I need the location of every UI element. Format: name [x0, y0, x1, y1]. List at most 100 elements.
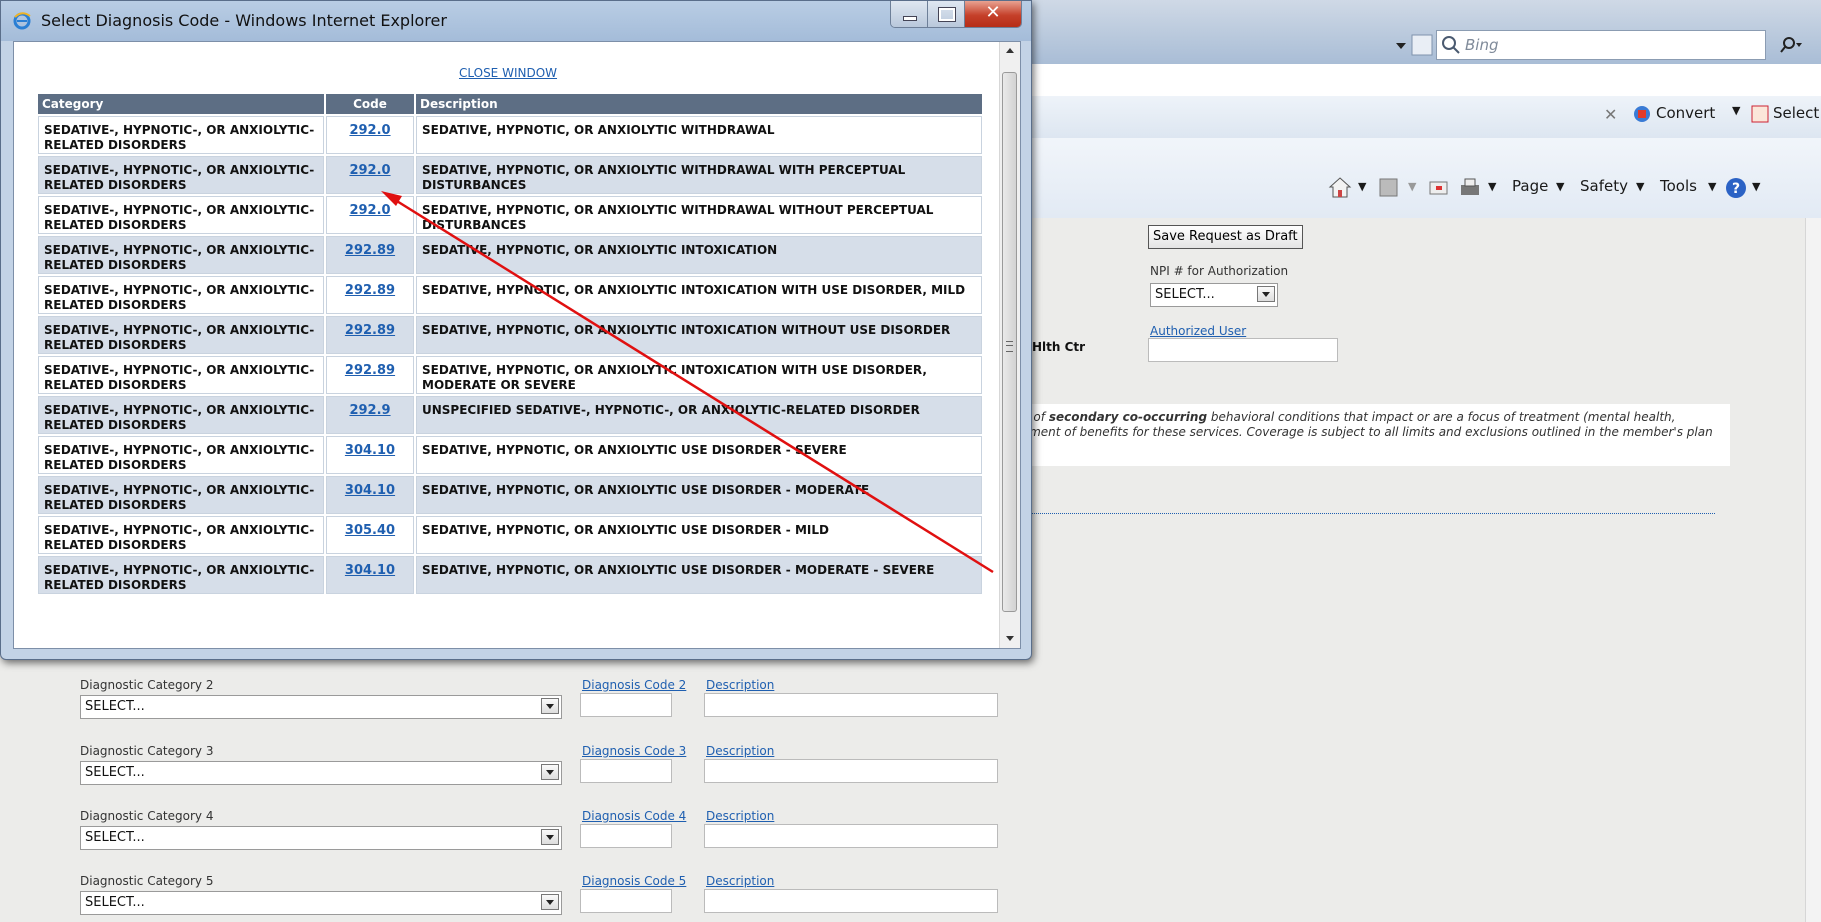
scroll-up-icon[interactable]: [1000, 42, 1020, 60]
diagnosis-code-link[interactable]: Diagnosis Code 4: [582, 809, 686, 823]
select-button[interactable]: Select: [1773, 104, 1819, 122]
code-cell: 292.89: [326, 316, 414, 354]
tools-menu[interactable]: Tools: [1660, 177, 1697, 195]
authorized-user-field[interactable]: [1148, 338, 1338, 362]
page-menu[interactable]: Page: [1512, 177, 1548, 195]
search-input[interactable]: Bing: [1436, 30, 1766, 60]
chevron-down-icon[interactable]: [541, 894, 559, 910]
category-cell: SEDATIVE-, HYPNOTIC-, OR ANXIOLYTIC-RELA…: [38, 156, 324, 194]
table-row: SEDATIVE-, HYPNOTIC-, OR ANXIOLYTIC-RELA…: [38, 196, 982, 234]
convert-dropdown-icon[interactable]: ▼: [1732, 104, 1740, 117]
npi-dropdown-icon[interactable]: [1257, 286, 1275, 302]
chevron-down-icon[interactable]: [541, 698, 559, 714]
diagnostic-category-select[interactable]: SELECT...: [80, 891, 562, 915]
maximize-button[interactable]: [928, 1, 965, 27]
home-dropdown-icon[interactable]: ▼: [1358, 180, 1366, 193]
scroll-down-icon[interactable]: [1000, 630, 1020, 648]
close-window-link[interactable]: CLOSE WINDOW: [14, 66, 1002, 80]
address-bar-controls: [1020, 30, 1480, 60]
code-link[interactable]: 305.40: [345, 523, 395, 538]
minimize-button[interactable]: [891, 1, 928, 27]
diagnosis-code-link[interactable]: Diagnosis Code 2: [582, 678, 686, 692]
help-icon[interactable]: ?: [1724, 176, 1748, 200]
description-field[interactable]: [704, 759, 998, 783]
tools-menu-dropdown-icon[interactable]: ▼: [1708, 180, 1716, 193]
description-cell: SEDATIVE, HYPNOTIC, OR ANXIOLYTIC WITHDR…: [416, 196, 982, 234]
authorized-user-link[interactable]: Authorized User: [1150, 324, 1246, 338]
npi-label: NPI # for Authorization: [1150, 264, 1289, 278]
code-link[interactable]: 304.10: [345, 483, 395, 498]
mail-icon[interactable]: [1428, 178, 1450, 198]
npi-select-value: SELECT...: [1155, 287, 1215, 302]
print-dropdown-icon[interactable]: ▼: [1488, 180, 1496, 193]
scroll-thumb[interactable]: [1002, 72, 1017, 612]
home-icon[interactable]: [1328, 176, 1352, 200]
select-value: SELECT...: [85, 895, 145, 910]
search-go-icon[interactable]: [1780, 34, 1804, 56]
code-link[interactable]: 304.10: [345, 563, 395, 578]
diagnosis-code-link[interactable]: Diagnosis Code 5: [582, 874, 686, 888]
popup-scrollbar[interactable]: [999, 42, 1020, 648]
save-draft-button[interactable]: Save Request as Draft: [1148, 225, 1303, 249]
table-row: SEDATIVE-, HYPNOTIC-, OR ANXIOLYTIC-RELA…: [38, 236, 982, 274]
code-link[interactable]: 292.89: [345, 243, 395, 258]
description-cell: SEDATIVE, HYPNOTIC, OR ANXIOLYTIC USE DI…: [416, 436, 982, 474]
category-cell: SEDATIVE-, HYPNOTIC-, OR ANXIOLYTIC-RELA…: [38, 436, 324, 474]
feeds-dropdown-icon[interactable]: ▼: [1408, 180, 1416, 193]
diagnosis-code-link[interactable]: Diagnosis Code 3: [582, 744, 686, 758]
code-link[interactable]: 292.0: [349, 163, 390, 178]
chevron-down-icon[interactable]: [541, 764, 559, 780]
ie-logo-icon: [13, 12, 31, 30]
close-tab-icon[interactable]: ✕: [1604, 105, 1617, 124]
feeds-icon[interactable]: [1378, 177, 1400, 199]
description-link[interactable]: Description: [706, 678, 774, 692]
code-link[interactable]: 292.89: [345, 283, 395, 298]
diagnostic-category-select[interactable]: SELECT...: [80, 761, 562, 785]
npi-select[interactable]: SELECT...: [1150, 283, 1278, 307]
diagnostic-category-select[interactable]: SELECT...: [80, 695, 562, 719]
search-box-icon: [1442, 36, 1460, 54]
code-link[interactable]: 292.89: [345, 323, 395, 338]
code-link[interactable]: 292.0: [349, 203, 390, 218]
code-link[interactable]: 292.0: [349, 123, 390, 138]
code-cell: 292.9: [326, 396, 414, 434]
description-link[interactable]: Description: [706, 744, 774, 758]
description-field[interactable]: [704, 889, 998, 913]
diagnosis-code-field[interactable]: [580, 824, 672, 848]
column-header-category: Category: [38, 94, 324, 114]
description-cell: SEDATIVE, HYPNOTIC, OR ANXIOLYTIC USE DI…: [416, 476, 982, 514]
convert-button[interactable]: Convert: [1656, 104, 1715, 122]
code-link[interactable]: 292.9: [349, 403, 390, 418]
help-dropdown-icon[interactable]: ▼: [1752, 180, 1760, 193]
description-link[interactable]: Description: [706, 809, 774, 823]
table-row: SEDATIVE-, HYPNOTIC-, OR ANXIOLYTIC-RELA…: [38, 156, 982, 194]
code-cell: 304.10: [326, 436, 414, 474]
code-link[interactable]: 304.10: [345, 443, 395, 458]
diagnosis-code-field[interactable]: [580, 759, 672, 783]
safety-menu[interactable]: Safety: [1580, 177, 1628, 195]
page-scrollbar[interactable]: [1805, 218, 1821, 922]
diagnostic-category-select[interactable]: SELECT...: [80, 826, 562, 850]
select-value: SELECT...: [85, 830, 145, 845]
window-controls: ✕: [890, 1, 1022, 28]
description-cell: SEDATIVE, HYPNOTIC, OR ANXIOLYTIC WITHDR…: [416, 116, 982, 154]
description-field[interactable]: [704, 824, 998, 848]
compat-view-icon: [1411, 34, 1433, 56]
address-dropdown-icon: [1396, 43, 1406, 49]
diagnosis-code-table: Category Code Description SEDATIVE-, HYP…: [36, 92, 984, 596]
page-menu-dropdown-icon[interactable]: ▼: [1556, 180, 1564, 193]
column-header-description: Description: [416, 94, 982, 114]
description-cell: SEDATIVE, HYPNOTIC, OR ANXIOLYTIC INTOXI…: [416, 356, 982, 394]
diagnosis-code-field[interactable]: [580, 889, 672, 913]
description-field[interactable]: [704, 693, 998, 717]
code-link[interactable]: 292.89: [345, 363, 395, 378]
category-cell: SEDATIVE-, HYPNOTIC-, OR ANXIOLYTIC-RELA…: [38, 356, 324, 394]
description-link[interactable]: Description: [706, 874, 774, 888]
safety-menu-dropdown-icon[interactable]: ▼: [1636, 180, 1644, 193]
diagnosis-code-field[interactable]: [580, 693, 672, 717]
close-button[interactable]: ✕: [965, 1, 1021, 27]
print-icon[interactable]: [1458, 176, 1482, 200]
code-cell: 292.89: [326, 356, 414, 394]
chevron-down-icon[interactable]: [541, 829, 559, 845]
code-cell: 292.89: [326, 236, 414, 274]
